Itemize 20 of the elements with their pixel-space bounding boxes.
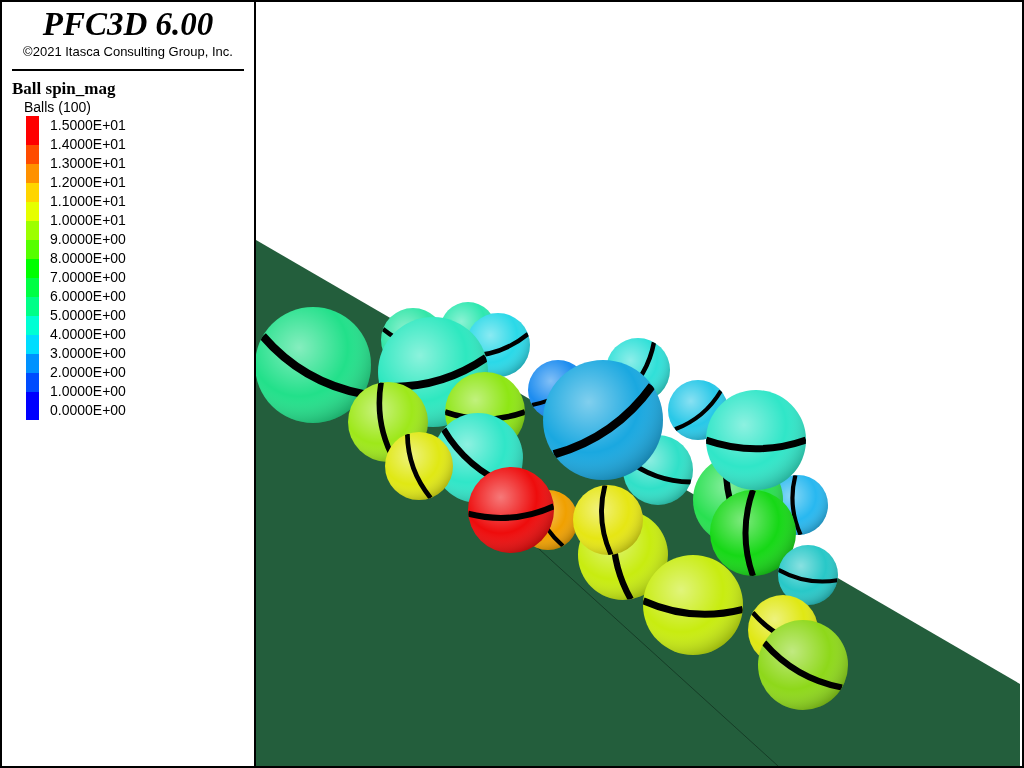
legend-title: Ball spin_mag xyxy=(12,79,117,99)
copyright-text: ©2021 Itasca Consulting Group, Inc. xyxy=(22,44,234,59)
scale-label: 1.0000E+01 xyxy=(50,211,126,230)
scale-label: 2.0000E+00 xyxy=(50,363,126,382)
scale-label: 4.0000E+00 xyxy=(50,325,126,344)
scale-label: 5.0000E+00 xyxy=(50,306,126,325)
scale-label: 8.0000E+00 xyxy=(50,249,126,268)
legend-subtitle: Balls (100) xyxy=(24,99,92,116)
app-title: PFC3D 6.00 xyxy=(41,6,215,42)
scale-label: 1.0000E+00 xyxy=(50,382,126,401)
scale-label: 1.5000E+01 xyxy=(50,116,126,135)
scale-label: 1.3000E+01 xyxy=(50,154,126,173)
scale-label: 0.0000E+00 xyxy=(50,401,126,420)
scale-label: 6.0000E+00 xyxy=(50,287,126,306)
scale-label: 1.4000E+01 xyxy=(50,135,126,154)
scale-label: 9.0000E+00 xyxy=(50,230,126,249)
scale-label: 1.1000E+01 xyxy=(50,192,126,211)
scale-label: 7.0000E+00 xyxy=(50,268,126,287)
scale-label: 1.2000E+01 xyxy=(50,173,126,192)
scale-label: 3.0000E+00 xyxy=(50,344,126,363)
